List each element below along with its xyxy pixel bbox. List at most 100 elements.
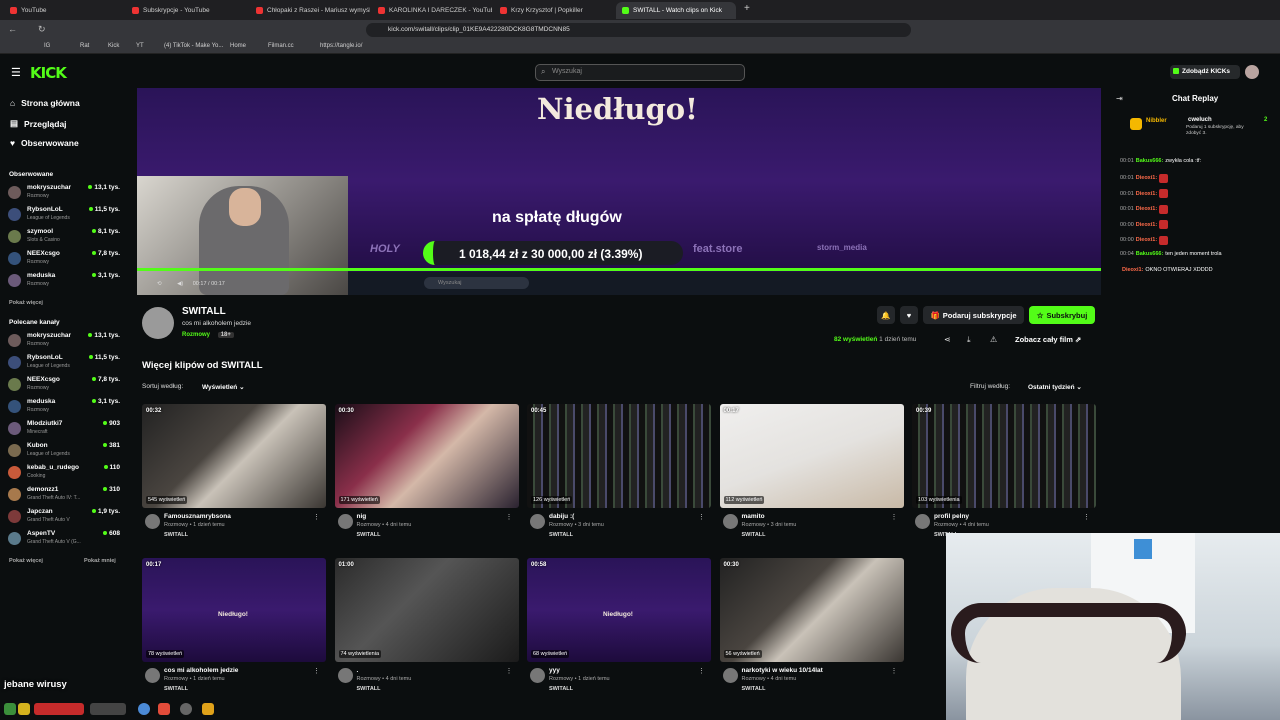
browser-tab[interactable]: Chłopaki z Raszei - Mariusz wymyśli: [250, 2, 370, 19]
bookmark-item[interactable]: (4) TikTok - Make Yo...: [164, 43, 223, 49]
clip-title[interactable]: narkotyki w wieku 10/14lat: [742, 667, 823, 674]
show-more-followed[interactable]: Pokaż więcej: [9, 300, 43, 306]
clip-channel[interactable]: SWITALL: [164, 532, 188, 538]
clip-channel-avatar[interactable]: [337, 668, 353, 683]
bookmark-item[interactable]: https://tangle.io/: [320, 43, 362, 49]
more-options-icon[interactable]: ⋮: [891, 667, 898, 675]
browser-tab[interactable]: Subskrypcje - YouTube: [126, 2, 246, 19]
clip-channel-avatar[interactable]: [530, 668, 545, 683]
clip-title[interactable]: dabiju :(: [549, 513, 574, 520]
chat-username[interactable]: Dieoxi1:: [1136, 191, 1157, 197]
watch-full-button[interactable]: Zobacz cały film ⇗: [1015, 335, 1081, 344]
bookmark-item[interactable]: Kick: [108, 43, 119, 49]
clip-title[interactable]: mamito: [742, 513, 765, 520]
clip-channel[interactable]: SWITALL: [549, 532, 573, 538]
clip-channel[interactable]: SWITALL: [742, 686, 766, 692]
sort-select[interactable]: Wyświetleń ⌄: [202, 383, 245, 391]
more-options-icon[interactable]: ⋮: [313, 513, 320, 521]
sidebar-channel[interactable]: szymool Slots & Casino 8,1 tys.: [8, 228, 120, 248]
bookmark-item[interactable]: IG: [44, 43, 50, 49]
sidebar-channel[interactable]: RybsonLoL League of Legends 11,5 tys.: [8, 206, 120, 226]
sidebar-channel[interactable]: Kubon League of Legends 381: [8, 442, 120, 462]
kick-logo[interactable]: KICK: [30, 64, 67, 82]
clip-channel-avatar[interactable]: [915, 514, 930, 529]
clip-channel[interactable]: SWITALL: [549, 686, 573, 692]
clip-channel-avatar[interactable]: [145, 668, 160, 683]
menu-icon[interactable]: ☰: [11, 66, 21, 79]
nav-item[interactable]: ⌂ Strona główna: [10, 98, 80, 108]
search-input[interactable]: ⌕ Wyszukaj: [535, 64, 745, 81]
clip-channel[interactable]: SWITALL: [357, 532, 381, 538]
sidebar-channel[interactable]: NEEXcsgo Rozmowy 7,8 tys.: [8, 250, 120, 270]
sidebar-channel[interactable]: Mlodziutki7 Minecraft 903: [8, 420, 120, 440]
clip-title[interactable]: yyy: [549, 667, 560, 674]
clip-thumbnail[interactable]: 00:32 545 wyświetleń: [142, 404, 326, 508]
sidebar-channel[interactable]: mokryszuchar Rozmowy 13,1 tys.: [8, 332, 120, 352]
show-more-recommended[interactable]: Pokaż więcej: [9, 558, 43, 564]
nav-item[interactable]: ▤ Przeglądaj: [10, 118, 67, 129]
more-options-icon[interactable]: ⋮: [698, 667, 705, 675]
clip-channel-avatar[interactable]: [722, 668, 738, 683]
bookmark-item[interactable]: YT: [136, 43, 144, 49]
sidebar-channel[interactable]: meduska Rozmowy 3,1 tys.: [8, 398, 120, 418]
chat-username[interactable]: Bakus666:: [1136, 158, 1164, 164]
share-icon[interactable]: ⋖: [944, 335, 951, 344]
clip-thumbnail[interactable]: 00:30 56 wyświetleń: [719, 558, 904, 662]
bookmark-item[interactable]: Rat: [80, 43, 89, 49]
url-input[interactable]: kick.com/switall/clips/clip_01KE9A422280…: [366, 23, 911, 37]
chat-username[interactable]: Dieoxi1:: [1136, 237, 1157, 243]
more-options-icon[interactable]: ⋮: [698, 513, 705, 521]
clip-thumbnail[interactable]: Niedługo! 00:17 78 wyświetleń: [142, 558, 326, 662]
chat-username[interactable]: Bakus666:: [1136, 251, 1164, 257]
replay-icon[interactable]: ⟲: [157, 281, 162, 287]
progress-bar[interactable]: [137, 268, 1101, 271]
clip-title[interactable]: Famousznamrybsona: [164, 513, 231, 520]
clip-channel[interactable]: SWITALL: [357, 686, 381, 692]
report-icon[interactable]: ⚠: [990, 335, 997, 344]
new-tab-icon[interactable]: +: [744, 3, 750, 14]
channel-category[interactable]: Rozmowy 18+: [182, 332, 234, 338]
filter-select[interactable]: Ostatni tydzień ⌄: [1028, 383, 1082, 391]
clip-title[interactable]: cos mi alkoholem jedzie: [164, 667, 238, 674]
clip-thumbnail[interactable]: 00:39 103 wyświetlenia: [912, 404, 1096, 508]
clip-thumbnail[interactable]: Niedługo! 00:58 68 wyświetleń: [527, 558, 711, 662]
sidebar-channel[interactable]: kebab_u_rudego Cooking 110: [8, 464, 120, 484]
channel-avatar[interactable]: [142, 307, 174, 339]
browser-tab[interactable]: KAROLINKA I DARECZEK - YouTube: [372, 2, 492, 19]
sidebar-channel[interactable]: meduska Rozmowy 3,1 tys.: [8, 272, 120, 292]
browser-tab[interactable]: YouTube: [4, 2, 124, 19]
more-options-icon[interactable]: ⋮: [1083, 513, 1090, 521]
more-options-icon[interactable]: ⋮: [313, 667, 320, 675]
back-icon[interactable]: ←: [8, 24, 17, 34]
heart-icon[interactable]: ♥: [900, 306, 918, 324]
clip-title[interactable]: nig: [357, 513, 367, 520]
subscribe-button[interactable]: ☆ Subskrybuj: [1029, 306, 1095, 324]
browser-tab[interactable]: SWITALL - Watch clips on Kick: [616, 2, 736, 19]
sidebar-channel[interactable]: mokryszuchar Rozmowy 13,1 tys.: [8, 184, 120, 204]
bookmark-item[interactable]: Home: [230, 43, 246, 49]
download-icon[interactable]: ⤓: [967, 335, 971, 345]
get-kicks-button[interactable]: Zdobądź KICKs: [1170, 65, 1240, 79]
sidebar-channel[interactable]: Japczan Grand Theft Auto V 1,9 tys.: [8, 508, 120, 528]
chat-username[interactable]: Dieoxi1:: [1136, 222, 1157, 228]
clip-channel-avatar[interactable]: [145, 514, 160, 529]
volume-icon[interactable]: ◀): [177, 281, 183, 287]
more-options-icon[interactable]: ⋮: [506, 667, 513, 675]
clip-channel-avatar[interactable]: [530, 514, 545, 529]
gift-sub-button[interactable]: 🎁 Podaruj subskrypcje: [923, 306, 1024, 324]
clip-thumbnail[interactable]: 00:45 126 wyświetleń: [527, 404, 711, 508]
clip-channel-avatar[interactable]: [722, 514, 738, 529]
nav-item[interactable]: ♥ Obserwowane: [10, 138, 79, 148]
clip-title[interactable]: .: [357, 667, 359, 674]
clip-thumbnail[interactable]: 00:30 171 wyświetleń: [334, 404, 519, 508]
reload-icon[interactable]: ↻: [38, 24, 46, 35]
user-avatar[interactable]: [1245, 65, 1259, 79]
show-less-recommended[interactable]: Pokaż mniej: [84, 558, 116, 564]
bell-icon[interactable]: 🔔: [877, 306, 895, 324]
clip-thumbnail[interactable]: 00:17 112 wyświetleń: [719, 404, 904, 508]
chat-username[interactable]: Dieoxi1:: [1122, 267, 1143, 273]
sidebar-channel[interactable]: demonzz1 Grand Theft Auto IV: T... 310: [8, 486, 120, 506]
bookmark-item[interactable]: Filman.cc: [268, 43, 294, 49]
chat-username[interactable]: Dieoxi1:: [1136, 175, 1157, 181]
browser-tab[interactable]: Krzy Krzysztof | Popkiller: [494, 2, 614, 19]
